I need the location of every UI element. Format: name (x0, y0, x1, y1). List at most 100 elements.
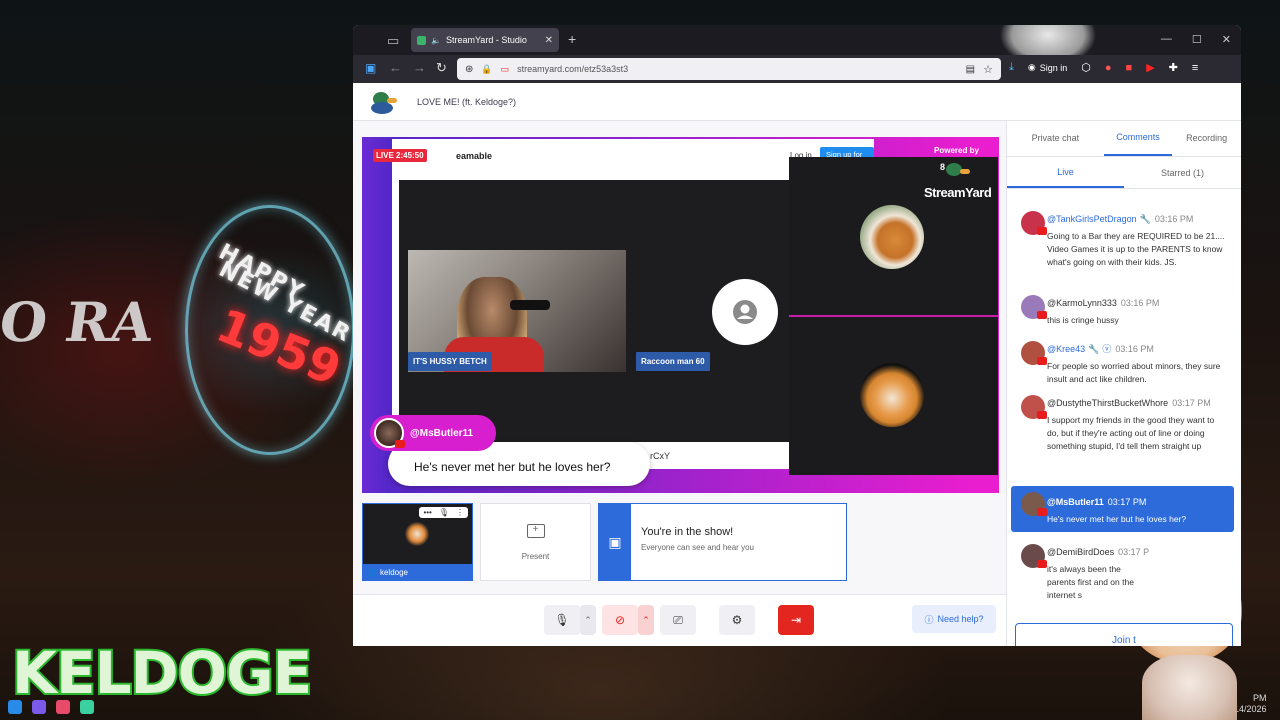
comment-time: 03:17 PM (1107, 497, 1147, 507)
tab-private-chat[interactable]: Private chat (1007, 121, 1104, 156)
sign-in-button[interactable]: ◉ Sign in (1028, 62, 1067, 73)
author-name: @MsButler11 (410, 427, 474, 439)
mic-options-chevron-icon[interactable]: ⌃ (580, 605, 596, 635)
comment-item[interactable]: @TankGirlsPetDragon 🔧 03:16 PM Going to a … (1011, 209, 1234, 269)
self-avatar (405, 522, 429, 546)
mic-icon[interactable]: 🎙 (439, 508, 449, 517)
shared-code-text: rCxY (650, 451, 670, 461)
comment-item[interactable]: @Kree43 🔧 ⓥ 03:16 PM For people so worried … (1011, 339, 1234, 386)
studio-main: eamable Log in Sign up for free LIVE 2:4… (353, 121, 1006, 646)
join-button[interactable]: Join t (1015, 623, 1233, 646)
comment-time: 03:16 PM (1120, 298, 1160, 308)
download-icon[interactable]: ⤓ (1009, 61, 1014, 74)
reader-view-icon[interactable]: ▤ (966, 64, 975, 75)
back-icon[interactable]: ← (389, 60, 402, 75)
participant-name-tag: IT'S HUSSY BETCH (408, 352, 492, 371)
sidebar-icon[interactable]: ▣ (365, 61, 376, 75)
in-show-status: ▣ You're in the show! Everyone can see a… (598, 503, 847, 581)
youtube-icon (1037, 560, 1047, 568)
subtab-starred[interactable]: Starred (1) (1124, 157, 1241, 188)
sign-in-label: Sign in (1039, 62, 1068, 73)
need-help-button[interactable]: ⓘ Need help? (912, 605, 996, 633)
guest-divider (789, 315, 998, 317)
comment-text: Going to a Bar they are REQUIRED to be 2… (1047, 231, 1225, 267)
maximize-icon[interactable]: ☐ (1192, 33, 1202, 46)
youtube-icon (1037, 508, 1047, 516)
address-bar[interactable]: ⊛ 🔒 ▭ streamyard.com/etz53a3st3 ▤ ☆ (457, 58, 1001, 80)
speaker-icon[interactable]: 🔈 (431, 36, 441, 45)
self-preview[interactable]: ••• 🎙 ⋮ 👤 keldoge (362, 503, 473, 581)
browser-window: ▭ 🔈 StreamYard - Studio ✕ + — ☐ ✕ ▣ ← → … (353, 25, 1241, 646)
lock-icon[interactable]: 🔒 (481, 64, 492, 75)
taskbar-app-icon[interactable] (56, 700, 70, 714)
need-help-label: Need help? (937, 614, 984, 624)
kebab-menu-icon[interactable]: ⋮ (456, 508, 464, 517)
more-dots-icon[interactable]: ••• (423, 508, 431, 517)
preview-tools: ••• 🎙 ⋮ (419, 507, 468, 518)
tab-comments[interactable]: Comments (1103, 121, 1173, 156)
close-window-icon[interactable]: ✕ (1222, 33, 1231, 46)
comment-item[interactable]: @KarmoLynn333 03:16 PM this is cringe hus… (1011, 293, 1234, 327)
commenter-name: @KarmoLynn333 (1047, 298, 1117, 308)
broadcast-stage: eamable Log in Sign up for free LIVE 2:4… (362, 137, 999, 493)
featured-comment-text: He's never met her but he loves her? (414, 460, 611, 474)
person-icon: 👤 (367, 567, 377, 577)
forward-icon[interactable]: → (413, 60, 426, 75)
camera-off-button[interactable]: ⊘ (602, 605, 638, 635)
toolbar-right: ⤓ ◉ Sign in ⬡ ● ■ ▶ ✚ ≡ (1009, 61, 1198, 74)
comment-item[interactable]: @DemiBirdDoes 03:17 P it's always been th… (1011, 542, 1234, 602)
camera-options-chevron-icon[interactable]: ⌃ (638, 605, 654, 635)
self-name-bar: 👤 keldoge (363, 564, 472, 580)
subtab-live[interactable]: Live (1007, 157, 1124, 188)
streamyard-favicon-icon (417, 35, 426, 45)
new-tab-icon[interactable]: + (568, 31, 576, 47)
keldoge-overlay-logo: KELDOGE (10, 639, 314, 707)
comment-item-featured[interactable]: @MsButler11 03:17 PM He's never met her b… (1011, 486, 1234, 532)
windows-start-icon[interactable] (8, 700, 22, 714)
tab-recording[interactable]: Recording (1172, 121, 1241, 156)
sunglasses (510, 300, 550, 310)
live-timer-badge: LIVE 2:45:50 (373, 149, 427, 162)
extension-icon[interactable]: ● (1105, 62, 1112, 74)
extension-icon[interactable]: ⬡ (1081, 61, 1091, 74)
broadcast-title: LOVE ME! (ft. Keldoge?) (417, 96, 517, 107)
tab-title: StreamYard - Studio (445, 35, 527, 45)
youtube-extension-icon[interactable]: ▶ (1146, 61, 1154, 74)
leave-studio-button[interactable]: ⇥ (778, 605, 814, 635)
featured-comment-author: @MsButler11 (370, 415, 496, 451)
reload-icon[interactable]: ↻ (436, 60, 447, 76)
minimize-icon[interactable]: — (1161, 33, 1172, 46)
youtube-icon (1037, 357, 1047, 365)
close-tab-icon[interactable]: ✕ (545, 35, 553, 46)
comment-text: He's never met her but he loves her? (1047, 514, 1187, 524)
self-name: keldoge (379, 567, 408, 577)
studio-header: LOVE ME! (ft. Keldoge?) (353, 83, 1241, 121)
side-panel-tabs: Private chat Comments Recording (1007, 121, 1241, 157)
tab-streamyard[interactable]: 🔈 StreamYard - Studio ✕ (411, 28, 559, 52)
extensions-puzzle-icon[interactable]: ✚ (1169, 61, 1178, 74)
nav-toolbar: ▣ ← → ↻ ⊛ 🔒 ▭ streamyard.com/etz53a3st3 … (353, 55, 1241, 83)
comment-text: I support my friends in the good they wa… (1047, 415, 1215, 451)
menu-icon[interactable]: ≡ (1192, 62, 1198, 74)
present-button[interactable]: + Present (480, 503, 591, 581)
commenter-name: @DustytheThirstBucketWhore (1047, 398, 1169, 408)
streamyard-studio-page: LOVE ME! (ft. Keldoge?) eamable Log in S… (353, 83, 1241, 646)
tab-strip: ▭ 🔈 StreamYard - Studio ✕ + — ☐ ✕ (353, 25, 1241, 55)
share-screen-button[interactable]: ⎚ (660, 605, 696, 635)
comment-time: 03:17 PM (1172, 398, 1211, 408)
comment-item[interactable]: @DustytheThirstBucketWhore 03:17 PM I sup… (1011, 393, 1234, 453)
tab-list-icon[interactable]: ▭ (387, 33, 399, 49)
site-info-icon[interactable]: ⊛ (465, 64, 473, 75)
taskbar-app-icon[interactable] (80, 700, 94, 714)
guest-corgi-avatar (860, 205, 924, 269)
commenter-name: @DemiBirdDoes (1047, 547, 1115, 557)
settings-gear-icon[interactable]: ⚙ (719, 605, 755, 635)
commenter-name: @MsButler11 (1047, 497, 1104, 507)
bookmark-star-icon[interactable]: ☆ (983, 63, 993, 76)
streamyard-logo-icon[interactable] (369, 90, 399, 114)
streamyard-brand: StreamYard (924, 185, 992, 200)
extension-icon[interactable]: ■ (1126, 62, 1133, 74)
camera-permission-icon[interactable]: ▭ (501, 64, 510, 75)
taskbar-app-icon[interactable] (32, 700, 46, 714)
mic-button[interactable]: 🎙 (544, 605, 580, 635)
